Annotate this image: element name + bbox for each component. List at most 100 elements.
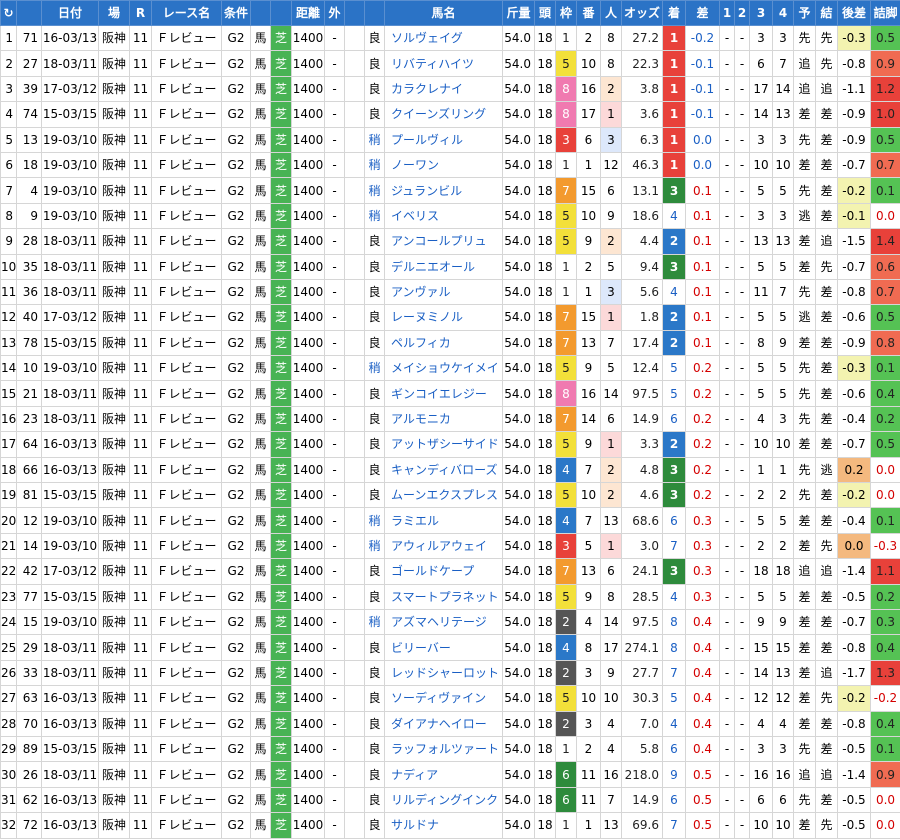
col-header-frame[interactable]: 枠 xyxy=(555,0,577,26)
col-header-number[interactable]: 番 xyxy=(576,0,601,26)
cell-race-date[interactable]: 15-03/15 xyxy=(41,735,99,763)
cell-horse-name[interactable]: レーヌミノル xyxy=(384,304,503,331)
col-header-result-style[interactable]: 結 xyxy=(815,0,838,26)
cell-race-date[interactable]: 18-03/11 xyxy=(41,253,99,280)
cell-horse-name[interactable]: リバティハイツ xyxy=(384,50,503,77)
cell-race-date[interactable]: 15-03/15 xyxy=(41,101,99,128)
cell-race-date[interactable]: 17-03/12 xyxy=(41,304,99,331)
cell-horse-name[interactable]: アンヴァル xyxy=(384,278,503,306)
cell-race-date[interactable]: 18-03/11 xyxy=(41,278,99,306)
cell-horse-name[interactable]: ソーディヴァイン xyxy=(384,685,503,712)
cell-horse-name[interactable]: ビリーバー xyxy=(384,634,503,661)
cell-horse-name[interactable]: メイショウケイメイ xyxy=(384,355,503,382)
cell-horse-name[interactable]: ムーンエクスプレス xyxy=(384,482,503,509)
cell-horse-name[interactable]: ダイアナヘイロー xyxy=(384,710,503,737)
table-row[interactable]: 13 78 15-03/15 阪神 11 Ｆレビュー G2 馬芝 1400- 良ペルフィカ 54.0… xyxy=(0,329,900,357)
cell-race-date[interactable]: 18-03/11 xyxy=(41,761,99,788)
col-header-corner-1[interactable]: 1 xyxy=(719,0,735,26)
cell-horse-name[interactable]: ギンコイエレジー xyxy=(384,380,503,407)
table-row[interactable]: 21 14 19-03/10 阪神 11 Ｆレビュー G2 馬芝 1400- 稍アウィルアウェイ 5… xyxy=(0,532,900,560)
cell-horse-name[interactable]: アットザシーサイド xyxy=(384,431,503,458)
col-header-race-number[interactable]: R xyxy=(129,0,152,26)
cell-horse-name[interactable]: アルモニカ xyxy=(384,405,503,433)
table-row[interactable]: 20 12 19-03/10 阪神 11 Ｆレビュー G2 馬芝 1400- 稍ラミエル 54.0 1… xyxy=(0,507,900,534)
col-header-venue[interactable]: 場 xyxy=(98,0,130,26)
col-header-date[interactable]: 日付 xyxy=(41,0,99,26)
cell-race-date[interactable]: 19-03/10 xyxy=(41,177,99,204)
cell-race-date[interactable]: 18-03/11 xyxy=(41,659,99,687)
cell-horse-name[interactable]: サルドナ xyxy=(384,812,503,839)
cell-race-date[interactable]: 16-03/13 xyxy=(41,456,99,484)
cell-horse-name[interactable]: ラミエル xyxy=(384,507,503,534)
table-row[interactable]: 22 42 17-03/12 阪神 11 Ｆレビュー G2 馬芝 1400- 良ゴールドケープ 54… xyxy=(0,558,900,585)
cell-horse-name[interactable]: ソルヴェイグ xyxy=(384,24,503,52)
col-header-odds[interactable]: オッズ xyxy=(621,0,663,26)
table-row[interactable]: 12 40 17-03/12 阪神 11 Ｆレビュー G2 馬芝 1400- 良レーヌミノル 54.… xyxy=(0,304,900,331)
col-header-popularity[interactable]: 人 xyxy=(600,0,622,26)
cell-race-date[interactable]: 16-03/13 xyxy=(41,431,99,458)
cell-race-date[interactable]: 17-03/12 xyxy=(41,558,99,585)
cell-race-date[interactable]: 18-03/11 xyxy=(41,228,99,255)
table-row[interactable]: 31 62 16-03/13 阪神 11 Ｆレビュー G2 馬芝 1400- 良リルディングインク… xyxy=(0,786,900,814)
cell-race-date[interactable]: 18-03/11 xyxy=(41,405,99,433)
cell-race-date[interactable]: 18-03/11 xyxy=(41,634,99,661)
col-header-corner-4[interactable]: 4 xyxy=(772,0,794,26)
cell-race-date[interactable]: 15-03/15 xyxy=(41,482,99,509)
table-row[interactable]: 28 70 16-03/13 阪神 11 Ｆレビュー G2 馬芝 1400- 良ダイアナヘイロー 5… xyxy=(0,710,900,737)
table-row[interactable]: 17 64 16-03/13 阪神 11 Ｆレビュー G2 馬芝 1400- 良アットザシーサイド… xyxy=(0,431,900,458)
cell-horse-name[interactable]: ペルフィカ xyxy=(384,329,503,357)
table-row[interactable]: 19 81 15-03/15 阪神 11 Ｆレビュー G2 馬芝 1400- 良ムーンエクスプレス… xyxy=(0,482,900,509)
cell-race-date[interactable]: 19-03/10 xyxy=(41,608,99,636)
cell-horse-name[interactable]: ゴールドケープ xyxy=(384,558,503,585)
table-row[interactable]: 11 36 18-03/11 阪神 11 Ｆレビュー G2 馬芝 1400- 良アンヴァル 54.0… xyxy=(0,278,900,306)
table-row[interactable]: 16 23 18-03/11 阪神 11 Ｆレビュー G2 馬芝 1400- 良アルモニカ 54.0… xyxy=(0,405,900,433)
col-header-id[interactable] xyxy=(16,0,42,26)
cell-race-date[interactable]: 19-03/10 xyxy=(41,355,99,382)
table-row[interactable]: 32 72 16-03/13 阪神 11 Ｆレビュー G2 馬芝 1400- 良サルドナ 54.0 1… xyxy=(0,812,900,839)
table-row[interactable]: 4 74 15-03/15 阪神 11 Ｆレビュー G2 馬芝 1400- 良クイーンズリング 54… xyxy=(0,101,900,128)
col-header-late-diff[interactable]: 後差 xyxy=(837,0,871,26)
col-header-weight[interactable]: 斤量 xyxy=(502,0,535,26)
cell-horse-name[interactable]: アズマヘリテージ xyxy=(384,608,503,636)
cell-horse-name[interactable]: ノーワン xyxy=(384,151,503,179)
cell-horse-name[interactable]: クイーンズリング xyxy=(384,101,503,128)
table-row[interactable]: 29 89 15-03/15 阪神 11 Ｆレビュー G2 馬芝 1400- 良ラッフォルツァート… xyxy=(0,735,900,763)
table-row[interactable]: 26 33 18-03/11 阪神 11 Ｆレビュー G2 馬芝 1400- 良レッドシャーロット… xyxy=(0,659,900,687)
cell-race-date[interactable]: 15-03/15 xyxy=(41,583,99,610)
cell-horse-name[interactable]: アンコールプリュ xyxy=(384,228,503,255)
cell-horse-name[interactable]: イベリス xyxy=(384,202,503,230)
cell-horse-name[interactable]: ラッフォルツァート xyxy=(384,735,503,763)
cell-race-date[interactable]: 16-03/13 xyxy=(41,685,99,712)
table-row[interactable]: 7 4 19-03/10 阪神 11 Ｆレビュー G2 馬芝 1400- 稍ジュランビル 54.0 1… xyxy=(0,177,900,204)
table-row[interactable]: 15 21 18-03/11 阪神 11 Ｆレビュー G2 馬芝 1400- 良ギンコイエレジー 5… xyxy=(0,380,900,407)
table-row[interactable]: 5 13 19-03/10 阪神 11 Ｆレビュー G2 馬芝 1400- 稍プールヴィル 54.0… xyxy=(0,126,900,153)
table-row[interactable]: 23 77 15-03/15 阪神 11 Ｆレビュー G2 馬芝 1400- 良スマートプラネット… xyxy=(0,583,900,610)
table-row[interactable]: 25 29 18-03/11 阪神 11 Ｆレビュー G2 馬芝 1400- 良ビリーバー 54.0… xyxy=(0,634,900,661)
col-header-closing-speed[interactable]: 詰脚 xyxy=(870,0,900,26)
cell-race-date[interactable]: 19-03/10 xyxy=(41,532,99,560)
table-row[interactable]: 27 63 16-03/13 阪神 11 Ｆレビュー G2 馬芝 1400- 良ソーディヴァイン 5… xyxy=(0,685,900,712)
cell-race-date[interactable]: 15-03/15 xyxy=(41,329,99,357)
col-header-margin[interactable]: 差 xyxy=(685,0,720,26)
cell-race-date[interactable]: 16-03/13 xyxy=(41,786,99,814)
cell-horse-name[interactable]: リルディングインク xyxy=(384,786,503,814)
col-header-outer[interactable]: 外 xyxy=(324,0,345,26)
table-row[interactable]: 6 18 19-03/10 阪神 11 Ｆレビュー G2 馬芝 1400- 稍ノーワン 54.0 18… xyxy=(0,151,900,179)
table-row[interactable]: 8 9 19-03/10 阪神 11 Ｆレビュー G2 馬芝 1400- 稍イベリス 54.0 18 5… xyxy=(0,202,900,230)
cell-race-date[interactable]: 17-03/12 xyxy=(41,75,99,103)
table-row[interactable]: 1 71 16-03/13 阪神 11 Ｆレビュー G2 馬芝 1400- 良ソルヴェイグ 54.0… xyxy=(0,24,900,52)
cell-race-date[interactable]: 19-03/10 xyxy=(41,151,99,179)
cell-horse-name[interactable]: ナディア xyxy=(384,761,503,788)
cell-race-date[interactable]: 16-03/13 xyxy=(41,24,99,52)
table-row[interactable]: 10 35 18-03/11 阪神 11 Ｆレビュー G2 馬芝 1400- 良デルニエオール 54… xyxy=(0,253,900,280)
col-header-distance[interactable]: 距離 xyxy=(291,0,325,26)
cell-horse-name[interactable]: スマートプラネット xyxy=(384,583,503,610)
cell-horse-name[interactable]: プールヴィル xyxy=(384,126,503,153)
col-header-field-size[interactable]: 頭 xyxy=(534,0,556,26)
cell-race-date[interactable]: 16-03/13 xyxy=(41,710,99,737)
cell-horse-name[interactable]: ジュランビル xyxy=(384,177,503,204)
table-row[interactable]: 3 39 17-03/12 阪神 11 Ｆレビュー G2 馬芝 1400- 良カラクレナイ 54.0… xyxy=(0,75,900,103)
cell-race-date[interactable]: 19-03/10 xyxy=(41,507,99,534)
col-header-corner-3[interactable]: 3 xyxy=(749,0,773,26)
cell-horse-name[interactable]: カラクレナイ xyxy=(384,75,503,103)
